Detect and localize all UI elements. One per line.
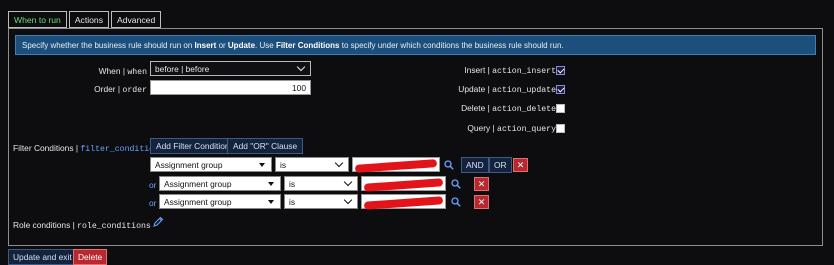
insert-field-name: action_insert bbox=[492, 67, 556, 76]
query-label: Query | action_query bbox=[467, 123, 556, 134]
and-button[interactable]: AND bbox=[461, 157, 489, 173]
add-filter-condition-button[interactable]: Add Filter Condition bbox=[150, 138, 236, 154]
condition-operator-select[interactable]: is bbox=[284, 194, 358, 209]
query-field-name: action_query bbox=[497, 125, 556, 134]
info-text-1: Specify whether the business rule should… bbox=[22, 41, 195, 50]
role-conditions-label: Role conditions | role_conditions bbox=[13, 220, 151, 231]
tab-when-to-run[interactable]: When to run bbox=[8, 11, 67, 28]
condition-field-select[interactable]: Assignment group bbox=[150, 157, 272, 172]
remove-condition-button[interactable]: ✕ bbox=[474, 177, 489, 191]
order-input[interactable]: 100 bbox=[150, 80, 311, 95]
delete-button[interactable]: Delete bbox=[73, 249, 108, 265]
search-icon[interactable] bbox=[451, 197, 461, 207]
chevron-down-icon bbox=[343, 177, 353, 187]
when-field-name: when bbox=[127, 68, 147, 77]
when-select-value: before | before bbox=[155, 63, 210, 74]
info-text-4: to specify under which conditions the bu… bbox=[339, 41, 564, 50]
chevron-down-icon bbox=[343, 195, 353, 205]
update-checkbox[interactable] bbox=[556, 85, 565, 94]
chevron-down-icon bbox=[296, 62, 306, 72]
insert-label: Insert | action_insert bbox=[464, 65, 556, 76]
tab-advanced[interactable]: Advanced bbox=[111, 11, 162, 28]
update-and-exit-button[interactable]: Update and exit bbox=[8, 249, 77, 265]
info-update: Update bbox=[227, 41, 256, 50]
edit-pencil-icon[interactable] bbox=[152, 216, 164, 228]
or-button[interactable]: OR bbox=[489, 157, 512, 173]
filter-field-name: filter_condition bbox=[80, 145, 159, 154]
tab-bar: When to run Actions Advanced bbox=[8, 11, 162, 28]
caret-down-icon bbox=[268, 181, 274, 186]
delete-field-name: action_delete bbox=[492, 105, 556, 114]
delete-label: Delete | action_delete bbox=[461, 103, 556, 114]
condition-field-select[interactable]: Assignment group bbox=[159, 176, 281, 191]
order-field-name: order bbox=[122, 86, 147, 95]
when-to-run-panel: Specify whether the business rule should… bbox=[8, 28, 823, 246]
role-field-name: role_conditions bbox=[77, 222, 151, 231]
caret-down-icon bbox=[259, 162, 265, 167]
delete-checkbox[interactable] bbox=[556, 104, 565, 113]
order-label: Order | order bbox=[94, 84, 147, 95]
condition-field-select[interactable]: Assignment group bbox=[159, 194, 281, 209]
chevron-down-icon bbox=[334, 158, 344, 168]
update-label: Update | action_update bbox=[458, 84, 556, 95]
remove-condition-button[interactable]: ✕ bbox=[474, 195, 489, 209]
caret-down-icon bbox=[268, 199, 274, 204]
or-prefix-label: or bbox=[149, 180, 157, 190]
remove-condition-button[interactable]: ✕ bbox=[513, 158, 528, 172]
update-field-name: action_update bbox=[492, 86, 556, 95]
when-select[interactable]: before | before bbox=[150, 61, 311, 76]
add-or-clause-button[interactable]: Add "OR" Clause bbox=[227, 138, 304, 154]
search-icon[interactable] bbox=[451, 179, 461, 189]
or-prefix-label: or bbox=[149, 198, 157, 208]
filter-conditions-label: Filter Conditions | filter_condition bbox=[13, 143, 159, 154]
condition-operator-select[interactable]: is bbox=[284, 176, 358, 191]
search-icon[interactable] bbox=[444, 160, 454, 170]
info-text-2: or bbox=[216, 41, 228, 50]
condition-operator-select[interactable]: is bbox=[275, 157, 349, 172]
info-text-3: . Use bbox=[255, 41, 276, 50]
query-checkbox[interactable] bbox=[556, 124, 565, 133]
info-insert: Insert bbox=[194, 41, 217, 50]
when-label: When | when bbox=[98, 66, 147, 77]
insert-checkbox[interactable] bbox=[556, 66, 565, 75]
info-filter: Filter Conditions bbox=[275, 41, 340, 50]
info-banner: Specify whether the business rule should… bbox=[15, 35, 816, 55]
tab-actions[interactable]: Actions bbox=[68, 11, 109, 28]
